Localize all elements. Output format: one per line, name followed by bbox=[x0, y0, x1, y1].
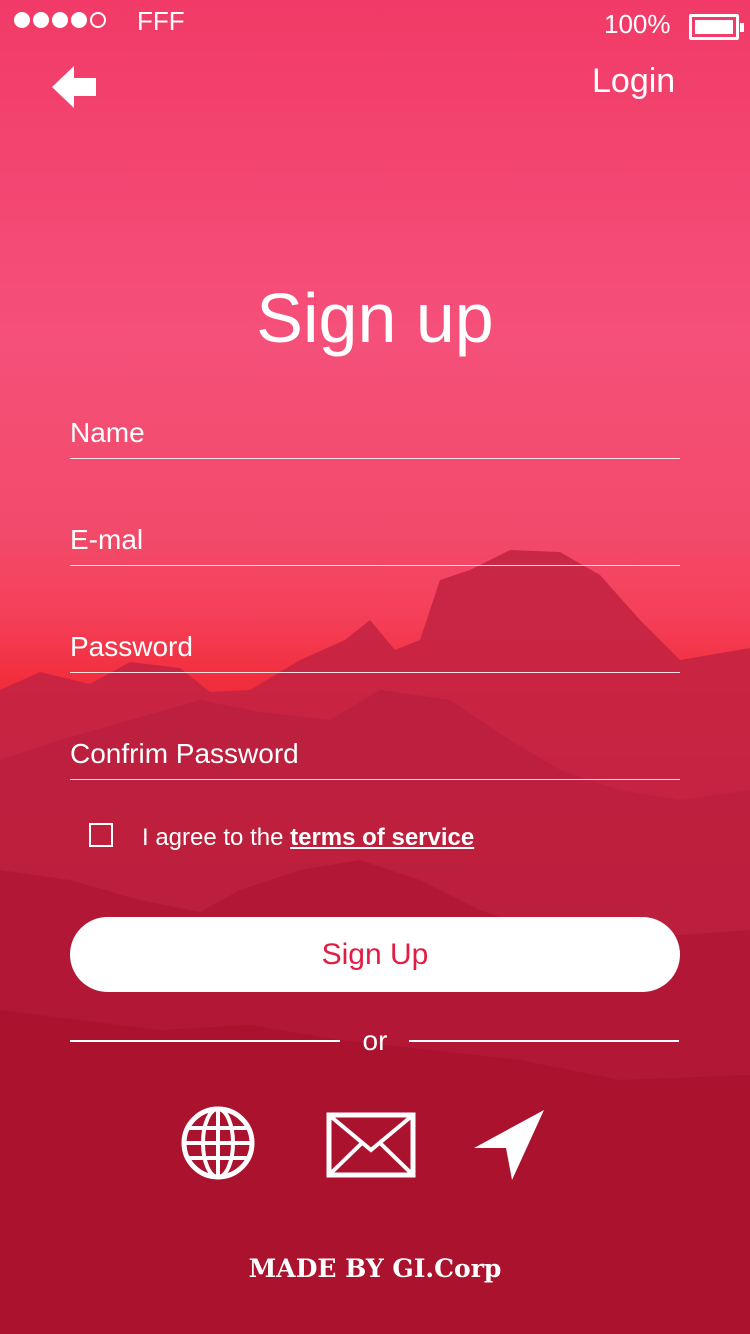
agree-text: I agree to the bbox=[142, 824, 291, 851]
footer-credit: MADE BY GI.Corp bbox=[248, 1254, 502, 1283]
back-button[interactable] bbox=[50, 64, 98, 115]
confirm-password-input[interactable] bbox=[70, 729, 680, 779]
signal-dot bbox=[52, 12, 68, 28]
send-icon bbox=[474, 1110, 544, 1180]
mail-icon bbox=[326, 1112, 416, 1178]
mail-button[interactable] bbox=[326, 1112, 416, 1183]
globe-button[interactable] bbox=[179, 1104, 257, 1187]
password-input[interactable] bbox=[70, 622, 680, 672]
signal-dot-empty bbox=[90, 12, 106, 28]
login-link[interactable]: Login bbox=[592, 62, 675, 101]
terms-of-service-link[interactable]: terms of service bbox=[290, 824, 474, 851]
sign-up-button[interactable]: Sign Up bbox=[70, 917, 680, 992]
name-field-wrapper bbox=[70, 408, 680, 459]
email-field-wrapper bbox=[70, 515, 680, 566]
page-title: Sign up bbox=[256, 279, 494, 357]
signal-strength bbox=[14, 12, 106, 28]
agree-checkbox[interactable] bbox=[89, 823, 113, 847]
confirm-password-field-wrapper bbox=[70, 729, 680, 780]
signal-dot bbox=[71, 12, 87, 28]
battery-percent: 100% bbox=[604, 9, 671, 39]
agree-label: I agree to the terms of service bbox=[142, 824, 474, 852]
password-field-wrapper bbox=[70, 622, 680, 673]
signal-dot bbox=[33, 12, 49, 28]
carrier-name: FFF bbox=[137, 6, 185, 36]
name-input[interactable] bbox=[70, 408, 680, 458]
globe-icon bbox=[181, 1106, 255, 1180]
email-input[interactable] bbox=[70, 515, 680, 565]
send-button[interactable] bbox=[472, 1108, 546, 1187]
divider-line-right bbox=[409, 1040, 679, 1042]
signal-dot bbox=[14, 12, 30, 28]
battery-icon bbox=[689, 14, 744, 40]
arrow-left-icon bbox=[52, 66, 96, 108]
